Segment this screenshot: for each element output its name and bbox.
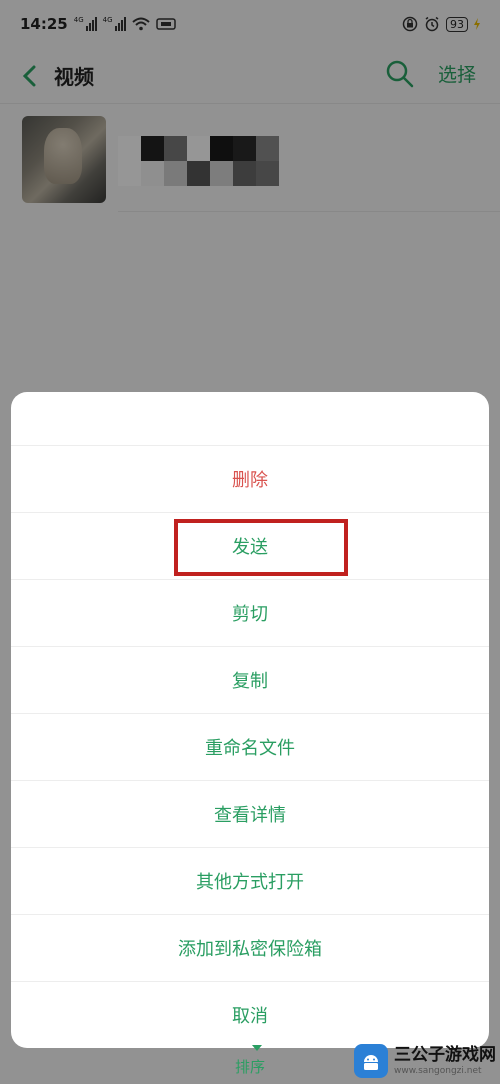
watermark-url: www.sangongzi.net xyxy=(394,1065,482,1076)
sort-label: 排序 xyxy=(234,1057,265,1076)
option-label: 其他方式打开 xyxy=(196,871,304,893)
option-label: 复制 xyxy=(232,670,268,692)
copy-option[interactable]: 复制 xyxy=(11,646,489,712)
rename-option[interactable]: 重命名文件 xyxy=(11,713,489,779)
watermark: 三公子游戏网 www.sangongzi.net xyxy=(354,1044,496,1078)
details-option[interactable]: 查看详情 xyxy=(11,780,489,846)
delete-option[interactable]: 删除 xyxy=(11,445,489,511)
add-to-vault-option[interactable]: 添加到私密保险箱 xyxy=(11,914,489,980)
option-label: 重命名文件 xyxy=(205,737,295,759)
cut-option[interactable]: 剪切 xyxy=(11,579,489,645)
watermark-logo-icon xyxy=(354,1044,388,1078)
option-label: 查看详情 xyxy=(214,804,286,826)
option-label: 剪切 xyxy=(232,603,268,625)
cancel-option[interactable]: 取消 xyxy=(11,981,489,1047)
option-label: 取消 xyxy=(232,1005,268,1027)
android-icon xyxy=(364,1055,378,1070)
option-label: 添加到私密保险箱 xyxy=(178,938,322,960)
action-sheet: 删除 发送 剪切 复制 重命名文件 查看详情 其他方式打开 添加到私密保险箱 取… xyxy=(11,392,489,1048)
option-label: 删除 xyxy=(232,469,268,491)
highlight-box xyxy=(174,519,348,576)
open-with-option[interactable]: 其他方式打开 xyxy=(11,847,489,913)
watermark-title: 三公子游戏网 xyxy=(394,1044,496,1065)
